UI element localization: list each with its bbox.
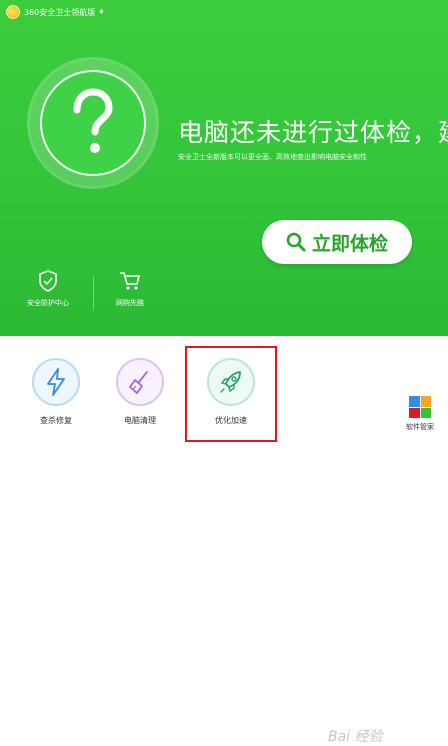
app-title: 360安全卫士领航版 [24,7,96,17]
app-grid-icon [409,396,431,418]
software-manager-tool[interactable]: 软件管家 [400,396,440,432]
lightning-icon [32,358,80,406]
shopping-cart-icon [119,270,141,292]
status-circle [30,60,156,186]
hero-panel: 360安全卫士领航版 ♦ 电脑还未进行过体检，建 安全卫士全新版本可以更全面、高… [0,0,448,336]
status-headline: 电脑还未进行过体检，建 [178,118,448,147]
software-manager-label: 软件管家 [406,423,434,431]
broom-icon [116,358,164,406]
title-bar: 360安全卫士领航版 ♦ [6,4,105,20]
security-center-link[interactable]: 安全防护中心 [18,270,78,308]
start-check-button[interactable]: 立即体检 [262,220,412,264]
pc-cleanup-tool[interactable]: 电脑清理 [108,358,172,426]
app-logo-icon [6,5,20,19]
scan-repair-label: 查杀修复 [40,416,72,425]
status-subline: 安全卫士全新版本可以更全面、高效地查出影响电脑安全和性 [178,153,367,161]
pc-cleanup-label: 电脑清理 [124,416,156,425]
start-check-label: 立即体检 [311,232,388,255]
question-mark-icon [40,70,146,176]
shield-check-icon [37,270,59,292]
shopping-guarantee-link[interactable]: 网购先赔 [100,270,160,308]
scan-repair-tool[interactable]: 查杀修复 [24,358,88,426]
security-center-label: 安全防护中心 [27,299,69,307]
highlight-box [185,346,277,442]
shopping-guarantee-label: 网购先赔 [116,299,144,307]
quick-links-divider [93,276,94,310]
title-menu-caret-icon[interactable]: ♦ [98,8,104,16]
search-icon [286,232,306,252]
watermark: Bai 经验 [328,729,383,745]
